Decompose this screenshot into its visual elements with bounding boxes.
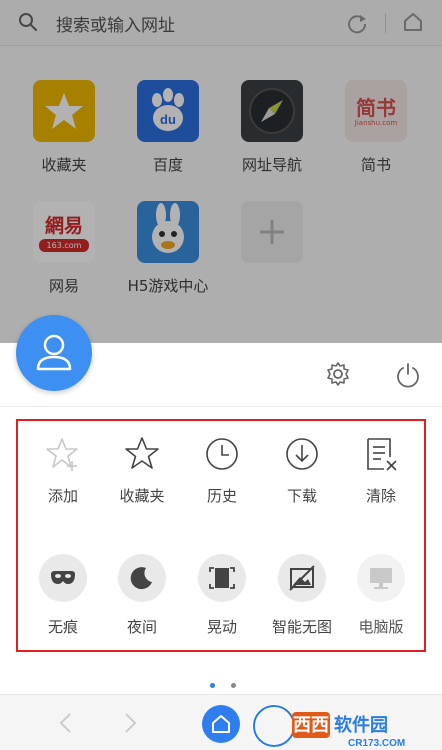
gear-icon[interactable] [325, 361, 351, 387]
site-watermark-logo: 西西 软件园 CR173.COM [248, 700, 442, 750]
back-arrow-icon[interactable] [56, 711, 74, 735]
menu-grid: 添加 收藏夹 历史 下载 清除 无痕 夜间 晃动 智能无图 电脑版 [16, 419, 426, 652]
menu-label: 收藏夹 [119, 487, 165, 505]
menu-label: 电脑版 [358, 618, 404, 636]
menu-night-mode[interactable]: 夜间 [102, 554, 182, 637]
svg-text:CR173.COM: CR173.COM [348, 738, 405, 749]
menu-label: 历史 [206, 487, 237, 505]
menu-incognito[interactable]: 无痕 [23, 554, 103, 637]
menu-shake[interactable]: 晃动 [182, 554, 262, 637]
home-button[interactable] [202, 705, 240, 743]
clear-doc-icon [367, 438, 397, 471]
menu-label: 夜间 [126, 618, 157, 636]
menu-no-image[interactable]: 智能无图 [262, 554, 342, 637]
menu-label: 清除 [365, 487, 396, 505]
home-icon [212, 715, 230, 733]
menu-add[interactable]: 添加 [23, 435, 103, 506]
shake-icon [198, 554, 246, 602]
clock-icon [206, 438, 238, 470]
menu-history[interactable]: 历史 [182, 435, 262, 506]
menu-label: 智能无图 [271, 618, 332, 636]
menu-downloads[interactable]: 下载 [262, 435, 342, 506]
dim-overlay[interactable] [0, 0, 442, 343]
page-indicator [210, 673, 247, 692]
page-dot[interactable] [231, 683, 237, 688]
desktop-icon [357, 554, 405, 602]
menu-label: 添加 [47, 487, 78, 505]
svg-text:软件园: 软件园 [334, 714, 388, 736]
moon-icon [118, 554, 166, 602]
sheet-divider [0, 406, 442, 407]
avatar[interactable] [16, 315, 92, 391]
forward-arrow-icon[interactable] [122, 711, 140, 735]
star-outline-icon [125, 437, 159, 469]
user-icon [36, 334, 72, 371]
svg-text:西西: 西西 [293, 715, 329, 736]
menu-label: 无痕 [47, 618, 78, 636]
page-dot-active[interactable] [210, 683, 215, 688]
menu-desktop-mode[interactable]: 电脑版 [341, 554, 421, 637]
star-plus-icon [46, 438, 78, 471]
no-image-icon [278, 554, 326, 602]
download-icon [286, 438, 318, 470]
menu-label: 晃动 [206, 618, 237, 636]
power-icon[interactable] [394, 361, 422, 389]
menu-clear[interactable]: 清除 [341, 435, 421, 506]
menu-favorites[interactable]: 收藏夹 [102, 435, 182, 506]
menu-label: 下载 [286, 487, 317, 505]
mask-icon [39, 554, 87, 602]
